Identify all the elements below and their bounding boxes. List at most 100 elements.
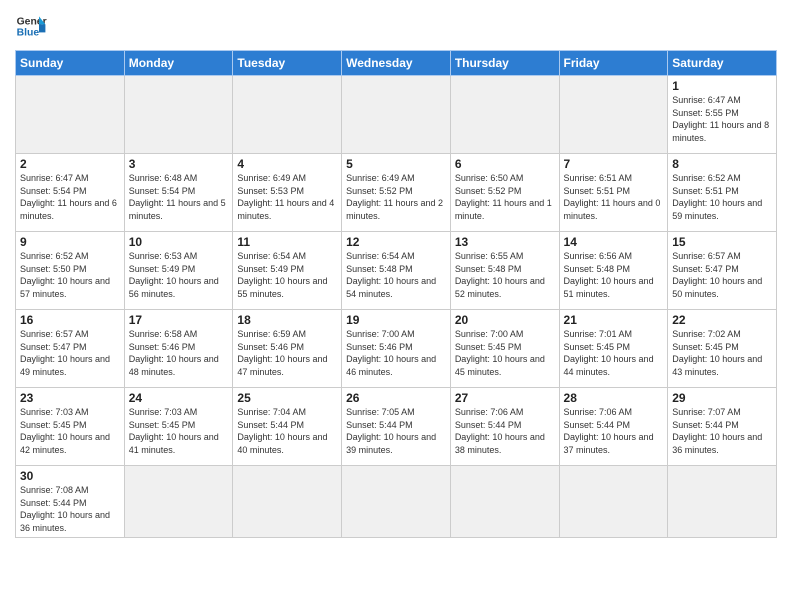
day-info: Sunrise: 6:57 AMSunset: 5:47 PMDaylight:… (20, 328, 120, 378)
calendar-cell: 16Sunrise: 6:57 AMSunset: 5:47 PMDayligh… (16, 310, 125, 388)
day-number: 30 (20, 469, 120, 483)
day-number: 8 (672, 157, 772, 171)
day-number: 18 (237, 313, 337, 327)
calendar-cell: 11Sunrise: 6:54 AMSunset: 5:49 PMDayligh… (233, 232, 342, 310)
day-number: 5 (346, 157, 446, 171)
calendar-cell: 19Sunrise: 7:00 AMSunset: 5:46 PMDayligh… (342, 310, 451, 388)
day-info: Sunrise: 6:58 AMSunset: 5:46 PMDaylight:… (129, 328, 229, 378)
calendar-cell: 2Sunrise: 6:47 AMSunset: 5:54 PMDaylight… (16, 154, 125, 232)
day-number: 6 (455, 157, 555, 171)
day-info: Sunrise: 6:59 AMSunset: 5:46 PMDaylight:… (237, 328, 337, 378)
day-number: 10 (129, 235, 229, 249)
day-number: 29 (672, 391, 772, 405)
calendar-cell: 5Sunrise: 6:49 AMSunset: 5:52 PMDaylight… (342, 154, 451, 232)
calendar-cell (124, 466, 233, 538)
day-info: Sunrise: 7:03 AMSunset: 5:45 PMDaylight:… (129, 406, 229, 456)
day-info: Sunrise: 7:00 AMSunset: 5:45 PMDaylight:… (455, 328, 555, 378)
day-info: Sunrise: 6:57 AMSunset: 5:47 PMDaylight:… (672, 250, 772, 300)
day-info: Sunrise: 6:52 AMSunset: 5:51 PMDaylight:… (672, 172, 772, 222)
calendar-cell (124, 76, 233, 154)
calendar-cell: 8Sunrise: 6:52 AMSunset: 5:51 PMDaylight… (668, 154, 777, 232)
day-number: 16 (20, 313, 120, 327)
day-number: 25 (237, 391, 337, 405)
day-info: Sunrise: 7:01 AMSunset: 5:45 PMDaylight:… (564, 328, 664, 378)
calendar-cell: 7Sunrise: 6:51 AMSunset: 5:51 PMDaylight… (559, 154, 668, 232)
day-info: Sunrise: 6:55 AMSunset: 5:48 PMDaylight:… (455, 250, 555, 300)
calendar-cell: 12Sunrise: 6:54 AMSunset: 5:48 PMDayligh… (342, 232, 451, 310)
day-number: 12 (346, 235, 446, 249)
header: General Blue (15, 10, 777, 42)
calendar-cell: 10Sunrise: 6:53 AMSunset: 5:49 PMDayligh… (124, 232, 233, 310)
calendar-header-row: SundayMondayTuesdayWednesdayThursdayFrid… (16, 51, 777, 76)
day-number: 11 (237, 235, 337, 249)
day-info: Sunrise: 6:48 AMSunset: 5:54 PMDaylight:… (129, 172, 229, 222)
day-info: Sunrise: 6:56 AMSunset: 5:48 PMDaylight:… (564, 250, 664, 300)
calendar-cell: 15Sunrise: 6:57 AMSunset: 5:47 PMDayligh… (668, 232, 777, 310)
day-number: 17 (129, 313, 229, 327)
day-info: Sunrise: 6:54 AMSunset: 5:48 PMDaylight:… (346, 250, 446, 300)
calendar-cell: 29Sunrise: 7:07 AMSunset: 5:44 PMDayligh… (668, 388, 777, 466)
day-info: Sunrise: 6:47 AMSunset: 5:54 PMDaylight:… (20, 172, 120, 222)
day-number: 26 (346, 391, 446, 405)
weekday-header-saturday: Saturday (668, 51, 777, 76)
day-info: Sunrise: 7:06 AMSunset: 5:44 PMDaylight:… (455, 406, 555, 456)
day-number: 15 (672, 235, 772, 249)
logo: General Blue (15, 10, 47, 42)
calendar-cell (233, 76, 342, 154)
day-number: 21 (564, 313, 664, 327)
day-info: Sunrise: 6:49 AMSunset: 5:52 PMDaylight:… (346, 172, 446, 222)
weekday-header-monday: Monday (124, 51, 233, 76)
day-info: Sunrise: 6:47 AMSunset: 5:55 PMDaylight:… (672, 94, 772, 144)
weekday-header-wednesday: Wednesday (342, 51, 451, 76)
calendar-cell: 9Sunrise: 6:52 AMSunset: 5:50 PMDaylight… (16, 232, 125, 310)
calendar-cell (16, 76, 125, 154)
day-info: Sunrise: 6:51 AMSunset: 5:51 PMDaylight:… (564, 172, 664, 222)
calendar-cell: 13Sunrise: 6:55 AMSunset: 5:48 PMDayligh… (450, 232, 559, 310)
calendar-cell (450, 76, 559, 154)
calendar-cell (668, 466, 777, 538)
day-number: 19 (346, 313, 446, 327)
day-number: 20 (455, 313, 555, 327)
day-number: 28 (564, 391, 664, 405)
calendar-cell (559, 76, 668, 154)
calendar-cell: 23Sunrise: 7:03 AMSunset: 5:45 PMDayligh… (16, 388, 125, 466)
weekday-header-thursday: Thursday (450, 51, 559, 76)
calendar-cell: 30Sunrise: 7:08 AMSunset: 5:44 PMDayligh… (16, 466, 125, 538)
weekday-header-friday: Friday (559, 51, 668, 76)
calendar-cell (342, 466, 451, 538)
day-info: Sunrise: 6:54 AMSunset: 5:49 PMDaylight:… (237, 250, 337, 300)
day-info: Sunrise: 7:08 AMSunset: 5:44 PMDaylight:… (20, 484, 120, 534)
day-number: 24 (129, 391, 229, 405)
day-number: 7 (564, 157, 664, 171)
calendar-cell (450, 466, 559, 538)
day-info: Sunrise: 7:00 AMSunset: 5:46 PMDaylight:… (346, 328, 446, 378)
day-number: 1 (672, 79, 772, 93)
day-number: 3 (129, 157, 229, 171)
calendar-cell: 14Sunrise: 6:56 AMSunset: 5:48 PMDayligh… (559, 232, 668, 310)
calendar-cell: 3Sunrise: 6:48 AMSunset: 5:54 PMDaylight… (124, 154, 233, 232)
calendar-cell: 28Sunrise: 7:06 AMSunset: 5:44 PMDayligh… (559, 388, 668, 466)
day-number: 2 (20, 157, 120, 171)
calendar-cell: 6Sunrise: 6:50 AMSunset: 5:52 PMDaylight… (450, 154, 559, 232)
day-info: Sunrise: 7:04 AMSunset: 5:44 PMDaylight:… (237, 406, 337, 456)
calendar-cell: 20Sunrise: 7:00 AMSunset: 5:45 PMDayligh… (450, 310, 559, 388)
day-number: 27 (455, 391, 555, 405)
calendar-cell (233, 466, 342, 538)
svg-text:Blue: Blue (17, 28, 40, 39)
calendar-table: SundayMondayTuesdayWednesdayThursdayFrid… (15, 50, 777, 538)
weekday-header-tuesday: Tuesday (233, 51, 342, 76)
day-number: 4 (237, 157, 337, 171)
logo-icon: General Blue (15, 10, 47, 42)
day-number: 13 (455, 235, 555, 249)
calendar-cell: 17Sunrise: 6:58 AMSunset: 5:46 PMDayligh… (124, 310, 233, 388)
day-number: 9 (20, 235, 120, 249)
day-info: Sunrise: 7:06 AMSunset: 5:44 PMDaylight:… (564, 406, 664, 456)
page: General Blue SundayMondayTuesdayWednesda… (0, 0, 792, 612)
calendar-cell: 26Sunrise: 7:05 AMSunset: 5:44 PMDayligh… (342, 388, 451, 466)
day-info: Sunrise: 6:53 AMSunset: 5:49 PMDaylight:… (129, 250, 229, 300)
calendar-cell: 27Sunrise: 7:06 AMSunset: 5:44 PMDayligh… (450, 388, 559, 466)
day-number: 23 (20, 391, 120, 405)
calendar-cell: 4Sunrise: 6:49 AMSunset: 5:53 PMDaylight… (233, 154, 342, 232)
day-number: 14 (564, 235, 664, 249)
calendar-cell: 25Sunrise: 7:04 AMSunset: 5:44 PMDayligh… (233, 388, 342, 466)
